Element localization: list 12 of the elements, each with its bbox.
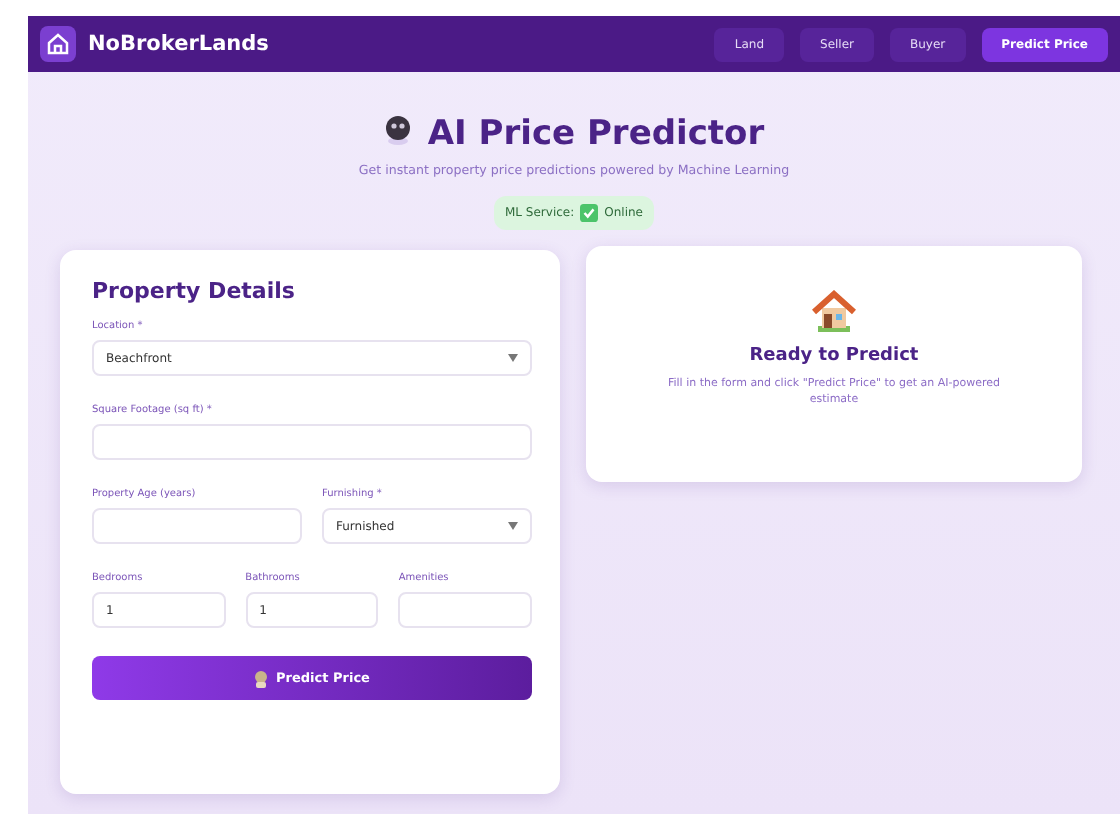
page-title: AI Price Predictor xyxy=(427,114,765,154)
input-field[interactable] xyxy=(92,424,532,460)
input-field[interactable] xyxy=(398,592,532,628)
caret-icon xyxy=(508,522,518,530)
brand-name[interactable]: NoBrokerLands xyxy=(88,32,269,56)
home-icon[interactable] xyxy=(40,26,76,62)
caret-icon xyxy=(508,354,518,362)
input-field[interactable] xyxy=(92,508,302,544)
form-title: Property Details xyxy=(92,278,297,304)
check-icon xyxy=(580,204,599,222)
result-title: Ready to Predict xyxy=(749,346,919,366)
house-icon xyxy=(812,290,856,334)
